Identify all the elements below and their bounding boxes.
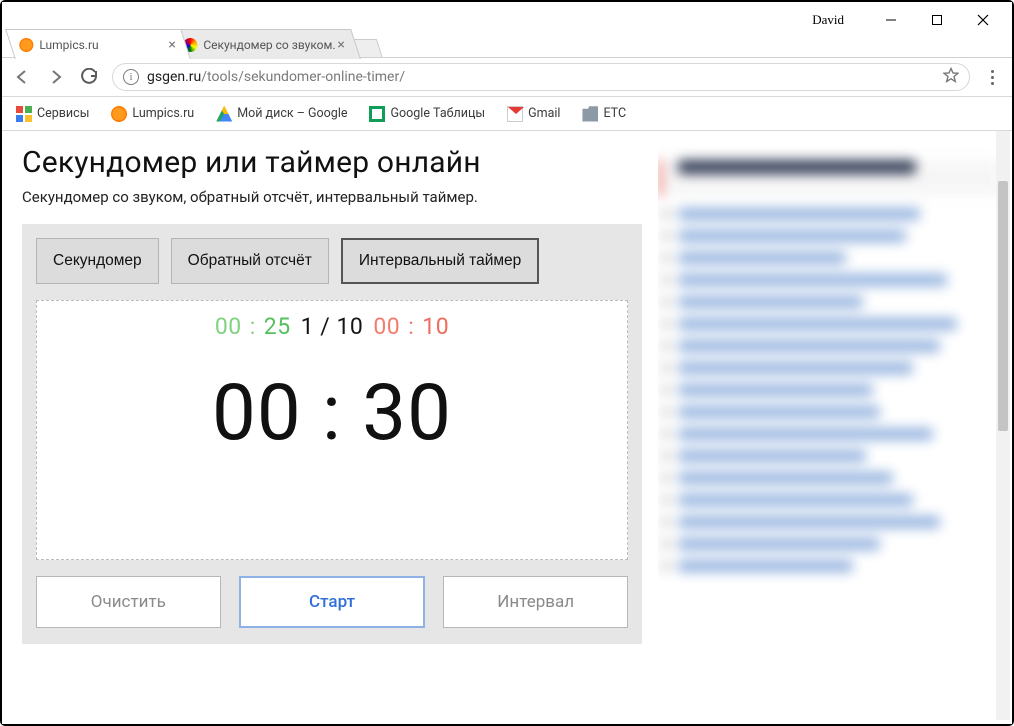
bookmark-item[interactable]: Google Таблицы <box>365 103 489 125</box>
sidebar-blurred-content <box>658 149 1002 705</box>
window-maximize-button[interactable] <box>914 5 960 35</box>
favicon-icon <box>19 38 33 52</box>
bookmarks-apps-button[interactable]: Сервисы <box>12 103 93 125</box>
colon-icon: : <box>250 313 256 340</box>
apps-grid-icon <box>16 106 32 122</box>
tab-title: Секундомер со звуком. <box>203 38 335 52</box>
mode-tabs: Секундомер Обратный отсчёт Интервальный … <box>36 238 628 284</box>
browser-tabstrip: Lumpics.ru × Секундомер со звуком. × <box>2 27 832 59</box>
tab-close-icon[interactable]: × <box>166 37 177 53</box>
main-time-display: 00 : 30 <box>212 368 452 459</box>
work-seconds: 25 <box>264 313 291 340</box>
main-column: Секундомер или таймер онлайн Секундомер … <box>22 145 642 705</box>
favicon-icon <box>111 106 127 122</box>
sidebar-column <box>658 145 1012 705</box>
bookmark-star-icon[interactable] <box>943 67 959 87</box>
back-button[interactable] <box>10 65 34 89</box>
interval-summary: 00 : 25 1 / 10 00 : 10 <box>215 313 449 340</box>
mode-interval-button[interactable]: Интервальный таймер <box>341 238 539 284</box>
page-viewport: Секундомер или таймер онлайн Секундомер … <box>2 131 1012 724</box>
mode-stopwatch-button[interactable]: Секундомер <box>36 238 159 284</box>
address-bar[interactable]: i gsgen.ru/tools/sekundomer-online-timer… <box>112 63 970 91</box>
round-current: 1 <box>301 313 314 340</box>
window-minimize-button[interactable] <box>868 5 914 35</box>
tab-title: Lumpics.ru <box>39 38 98 52</box>
page-subtitle: Секундомер со звуком, обратный отсчёт, и… <box>22 188 642 206</box>
url-host: gsgen.ru <box>147 69 201 85</box>
bookmark-folder[interactable]: ETC <box>578 103 630 125</box>
rest-minutes: 00 <box>373 313 400 340</box>
bookmark-item[interactable]: Lumpics.ru <box>107 103 198 125</box>
browser-tab[interactable]: Lumpics.ru × <box>5 29 191 59</box>
url-path: /tools/sekundomer-online-timer/ <box>201 69 405 85</box>
timer-panel: Секундомер Обратный отсчёт Интервальный … <box>22 224 642 644</box>
site-info-icon[interactable]: i <box>123 69 139 85</box>
reload-button[interactable] <box>78 65 102 89</box>
work-minutes: 00 <box>215 313 242 340</box>
bookmark-label: Gmail <box>528 106 560 121</box>
mode-countdown-button[interactable]: Обратный отсчёт <box>171 238 329 284</box>
interval-button[interactable]: Интервал <box>443 576 628 628</box>
clear-button[interactable]: Очистить <box>36 576 221 628</box>
forward-button[interactable] <box>44 65 68 89</box>
colon-icon: : <box>408 313 414 340</box>
bookmark-item[interactable]: Gmail <box>503 103 564 125</box>
tab-close-icon[interactable]: × <box>335 37 346 53</box>
action-row: Очистить Старт Интервал <box>36 576 628 628</box>
gmail-icon <box>507 106 523 122</box>
window-close-button[interactable] <box>960 5 1006 35</box>
bookmark-label: Google Таблицы <box>390 106 485 121</box>
page-scrollbar[interactable] <box>996 131 1010 720</box>
browser-menu-button[interactable] <box>980 70 1004 85</box>
bookmark-item[interactable]: Мой диск – Google <box>212 103 351 125</box>
timer-display: 00 : 25 1 / 10 00 : 10 00 : 30 <box>36 300 628 560</box>
bookmark-label: ETC <box>603 106 626 121</box>
rest-seconds: 10 <box>422 313 449 340</box>
start-button[interactable]: Старт <box>239 576 426 628</box>
round-total: 10 <box>336 313 363 340</box>
window-user-label: David <box>812 12 844 28</box>
page-title: Секундомер или таймер онлайн <box>22 145 642 180</box>
folder-icon <box>582 106 598 122</box>
scrollbar-thumb[interactable] <box>998 181 1008 431</box>
browser-tab[interactable]: Секундомер со звуком. × <box>169 29 360 59</box>
bookmark-label: Сервисы <box>37 106 89 121</box>
bookmark-label: Lumpics.ru <box>132 106 194 121</box>
browser-toolbar: i gsgen.ru/tools/sekundomer-online-timer… <box>2 57 1012 97</box>
bookmark-label: Мой диск – Google <box>237 106 347 121</box>
drive-icon <box>216 106 232 122</box>
bookmarks-bar: Сервисы Lumpics.ru Мой диск – Google Goo… <box>2 97 1012 131</box>
sheets-icon <box>369 106 385 122</box>
